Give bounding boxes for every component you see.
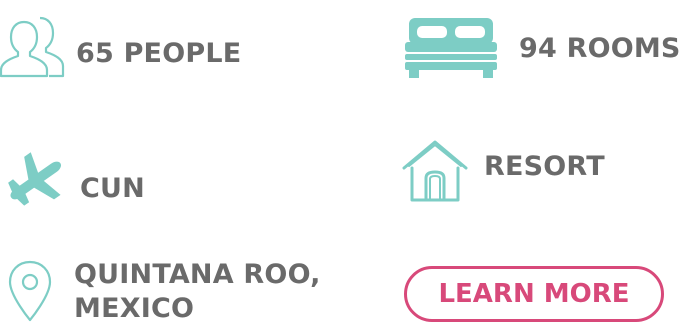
bed-icon — [405, 16, 497, 80]
people-feature: 65 PEOPLE — [0, 12, 241, 78]
location-line-2: MEXICO — [74, 293, 195, 324]
location-pin-icon — [8, 260, 52, 324]
people-count-label: 65 PEOPLE — [76, 37, 242, 69]
rooms-feature: 94 ROOMS — [405, 16, 681, 80]
location-line-1: QUINTANA ROO, — [74, 259, 321, 290]
people-icon — [0, 12, 74, 78]
airport-feature: CUN — [2, 152, 145, 210]
location-feature: QUINTANA ROO, MEXICO — [8, 258, 334, 326]
location-label: QUINTANA ROO, MEXICO — [74, 258, 334, 326]
airport-code-label: CUN — [80, 172, 145, 204]
rooms-count-label: 94 ROOMS — [519, 32, 681, 64]
learn-more-button[interactable]: LEARN MORE — [404, 266, 664, 322]
property-type-label: RESORT — [484, 150, 605, 182]
house-icon — [400, 138, 470, 204]
airplane-icon — [2, 152, 68, 210]
property-type-feature: RESORT — [400, 138, 605, 204]
